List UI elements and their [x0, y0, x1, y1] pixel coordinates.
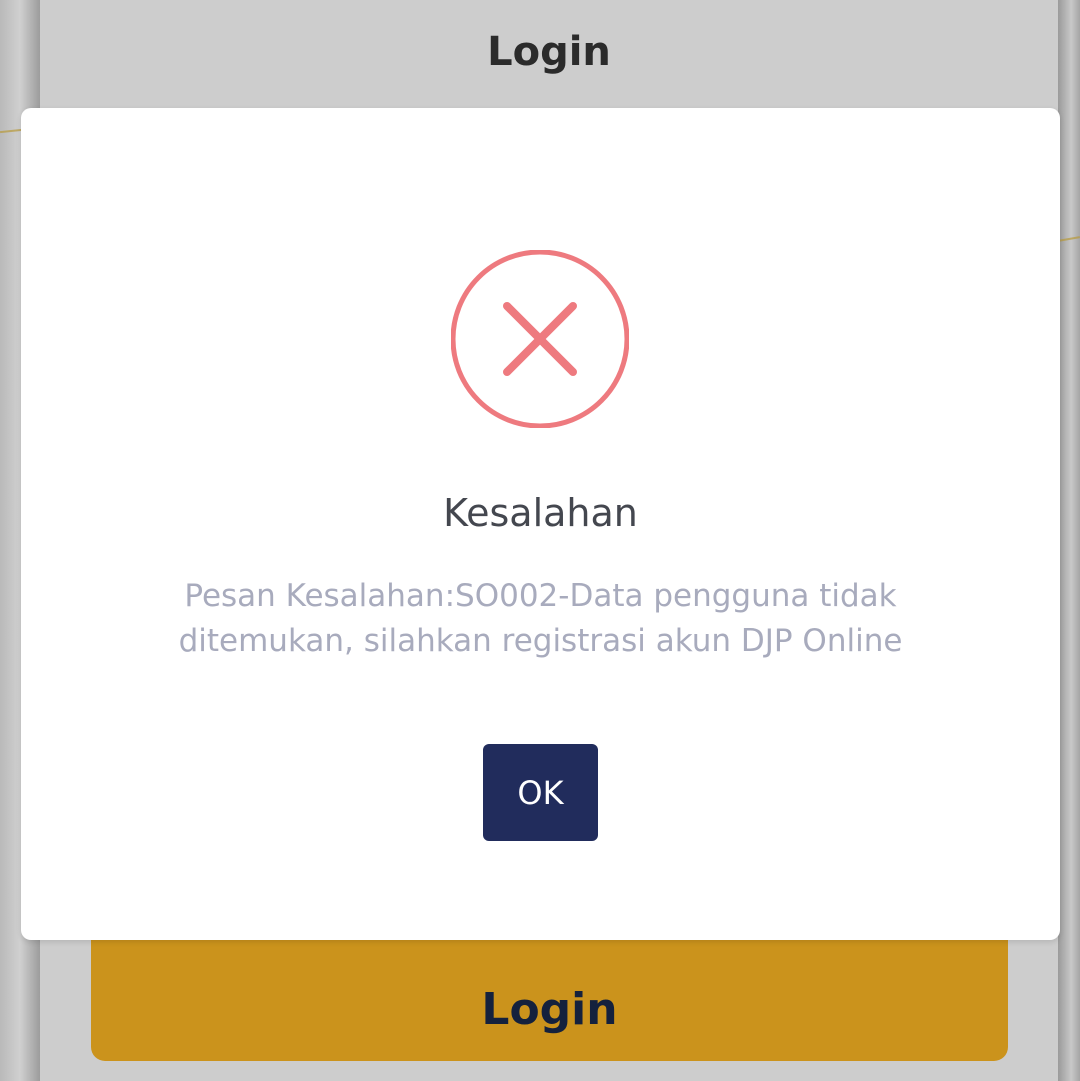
- background-right-edge: [1058, 0, 1080, 1081]
- login-header: Login: [40, 0, 1058, 108]
- error-x-icon: [451, 250, 629, 428]
- ok-button[interactable]: OK: [483, 744, 598, 841]
- login-button[interactable]: Login: [91, 920, 1008, 1061]
- error-dialog: Kesalahan Pesan Kesalahan:SO002-Data pen…: [21, 108, 1060, 940]
- page-title: Login: [487, 29, 611, 75]
- dialog-message: Pesan Kesalahan:SO002-Data pengguna tida…: [178, 578, 903, 659]
- login-button-label: Login: [481, 984, 618, 1035]
- dialog-title: Kesalahan: [443, 491, 638, 535]
